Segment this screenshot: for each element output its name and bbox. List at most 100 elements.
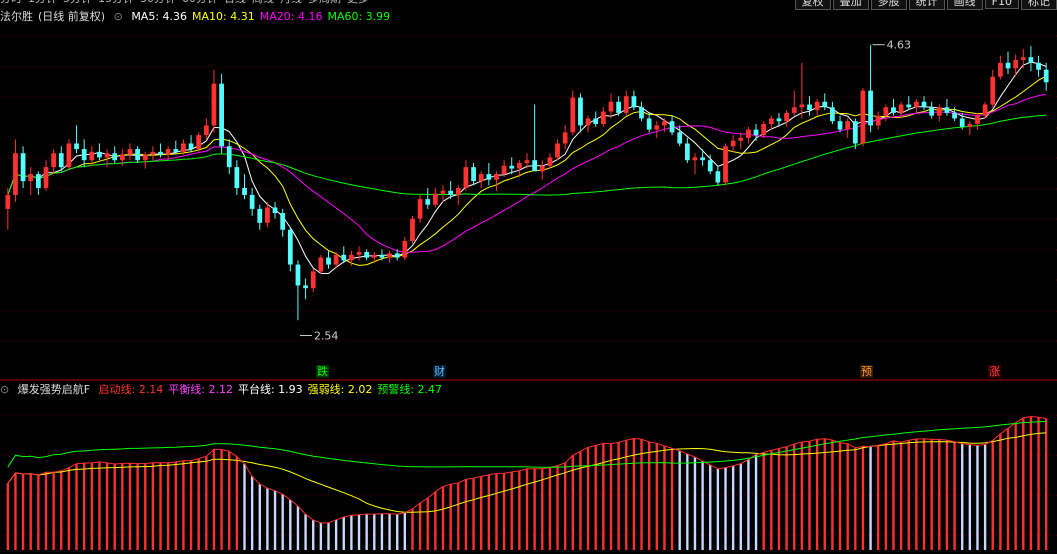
candle-26: [203, 118, 209, 140]
candle-77: [593, 111, 599, 127]
candles: [5, 44, 1049, 321]
candle-body: [89, 151, 95, 161]
candle-body: [196, 135, 202, 150]
candle-body: [715, 171, 721, 183]
indicator-value-0: MA5: 4.36: [131, 10, 188, 23]
candle-body: [982, 104, 988, 116]
candle-body: [341, 254, 347, 261]
candle-body: [417, 199, 423, 219]
candle-body: [646, 118, 652, 130]
candle-body: [738, 137, 744, 141]
candle-body: [181, 143, 186, 152]
candle-body: [1013, 60, 1019, 69]
candle-97: [746, 126, 751, 144]
candle-body: [730, 140, 736, 147]
candle-31: [242, 174, 247, 200]
candle-body: [43, 167, 49, 189]
candle-7: [58, 146, 64, 172]
candle-69: [532, 104, 538, 172]
candlestick-chart[interactable]: 4.63 2.54: [0, 0, 1057, 554]
candle-56: [433, 188, 438, 208]
candle-body: [287, 229, 293, 265]
candle-body: [814, 101, 820, 111]
candle-body: [310, 271, 316, 289]
candle-body: [280, 213, 286, 230]
candle-body: [608, 101, 614, 112]
indicator-value-3: MA60: 3.99: [327, 10, 391, 23]
candle-body: [852, 121, 858, 144]
candle-body: [471, 167, 476, 182]
ma-indicators: MA5: 4.36 MA10: 4.31 MA20: 4.16 MA60: 3.99: [131, 10, 395, 23]
candle-body: [349, 254, 354, 261]
candle-body: [425, 199, 431, 205]
candle-116: [891, 98, 896, 116]
sub-legend: ⊙ 爆发强势启航F 启动线: 2.14 平衡线: 2.12 平台线: 1.93 强弱线…: [0, 381, 452, 399]
candle-103: [791, 90, 797, 116]
candle-body: [486, 174, 492, 180]
candle-body: [387, 253, 392, 258]
collapse-icon[interactable]: ⊙: [0, 383, 9, 396]
indicator-chart: [6, 415, 1048, 550]
candle-4: [35, 171, 41, 195]
candle-54: [417, 194, 423, 223]
candle-body: [959, 118, 965, 127]
candle-body: [578, 97, 583, 126]
candle-30: [234, 160, 240, 195]
candle-body: [906, 104, 912, 108]
candle-body: [440, 190, 446, 194]
candle-body: [203, 125, 209, 136]
candle-46: [356, 246, 362, 261]
candle-6: [51, 149, 56, 175]
candle-body: [784, 112, 789, 122]
candle-body: [707, 160, 713, 172]
candle-119: [914, 98, 919, 113]
candle-body: [516, 162, 522, 169]
candle-123: [944, 98, 950, 116]
candle-body: [746, 129, 751, 138]
candle-body: [830, 107, 835, 122]
candle-0: [5, 188, 11, 230]
collapse-icon[interactable]: ⊙: [114, 10, 123, 23]
candle-body: [448, 190, 454, 195]
candle-body: [142, 154, 148, 161]
candle-body: [875, 115, 881, 126]
marker-1[interactable]: 财: [433, 365, 446, 378]
candle-body: [364, 252, 370, 258]
candle-33: [257, 204, 263, 230]
candle-body: [158, 151, 163, 155]
candle-body: [501, 165, 507, 175]
candle-body: [1043, 69, 1049, 83]
candle-body: [295, 264, 301, 286]
candle-body: [936, 107, 942, 116]
candle-body: [524, 160, 530, 163]
candle-73: [562, 125, 568, 150]
candle-63: [486, 162, 492, 186]
candle-129: [990, 69, 996, 108]
marker-3[interactable]: 涨: [988, 365, 1001, 378]
candle-body: [13, 153, 18, 195]
candle-body: [219, 83, 224, 147]
candle-body: [371, 254, 377, 258]
candle-body: [1036, 62, 1041, 70]
candle-body: [173, 149, 179, 152]
candle-112: [860, 87, 866, 147]
candle-72: [555, 139, 560, 161]
candle-body: [532, 160, 538, 172]
candle-body: [776, 118, 782, 122]
candle-87: [669, 115, 675, 136]
candle-122: [936, 104, 942, 122]
marker-0[interactable]: 跌: [316, 365, 329, 378]
candle-32: [249, 188, 255, 216]
candle-body: [81, 149, 87, 161]
candle-104: [799, 62, 805, 119]
indicator-value-4: 预警线: 2.47: [377, 383, 443, 396]
marker-2[interactable]: 预: [860, 365, 873, 378]
candle-60: [463, 160, 469, 191]
candle-35: [272, 201, 278, 219]
candle-29: [226, 139, 232, 175]
candle-135: [1036, 55, 1041, 77]
candle-body: [944, 107, 950, 113]
candle-130: [998, 55, 1003, 80]
candle-100: [768, 115, 774, 130]
candle-body: [616, 101, 621, 113]
